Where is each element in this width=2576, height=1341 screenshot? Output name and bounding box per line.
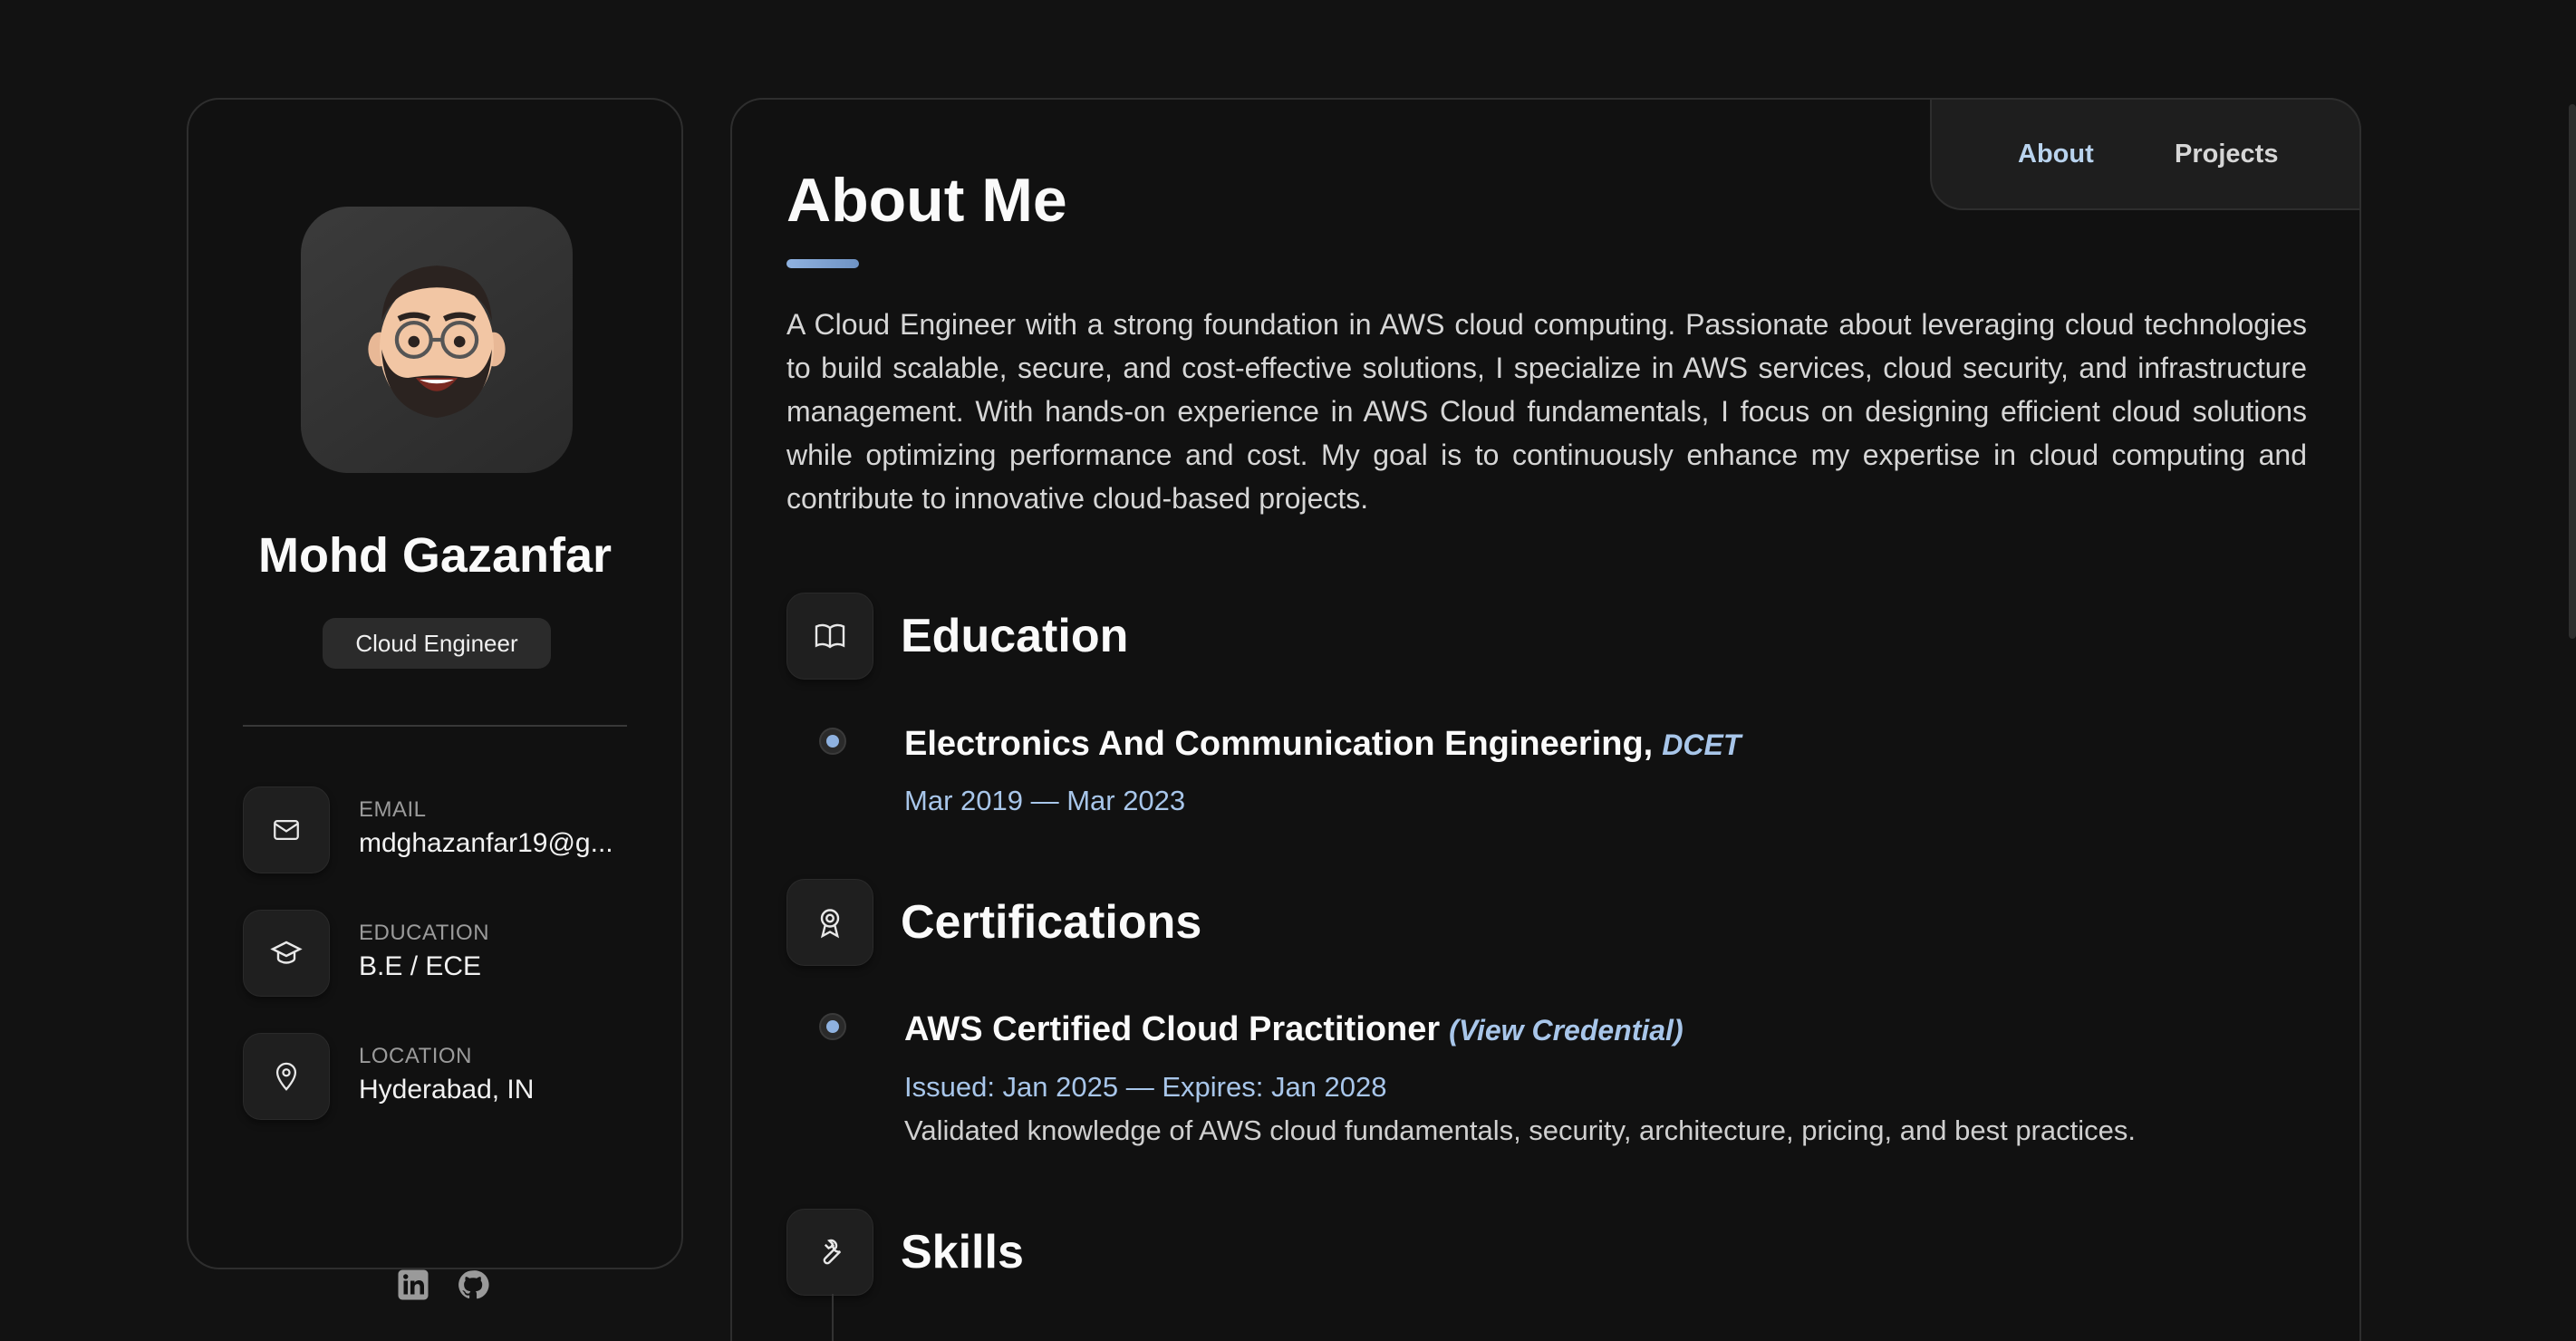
- certification-name: AWS Certified Cloud Practitioner: [904, 1010, 1441, 1048]
- sidebar-divider: [243, 725, 627, 727]
- timeline-dot: [819, 728, 846, 755]
- email-link[interactable]: mdghazanfar19@g...: [359, 828, 613, 859]
- page-title: About Me: [786, 166, 1067, 235]
- contact-label: EMAIL: [359, 797, 427, 822]
- github-icon[interactable]: [457, 1269, 489, 1301]
- main-content: About Projects About Me A Cloud Engineer…: [730, 98, 2361, 1341]
- mail-icon: [243, 786, 330, 873]
- map-pin-icon: [243, 1033, 330, 1120]
- award-icon: [786, 879, 873, 966]
- timeline-line: [832, 1294, 834, 1341]
- contact-education: EDUCATION B.E / ECE: [243, 910, 642, 997]
- memoji-avatar-icon: [368, 265, 506, 419]
- contact-value: B.E / ECE: [359, 951, 482, 981]
- avatar: [301, 207, 573, 473]
- about-paragraph: A Cloud Engineer with a strong foundatio…: [786, 308, 2307, 515]
- role-badge: Cloud Engineer: [323, 618, 551, 669]
- section-title-education: Education: [901, 610, 1129, 662]
- education-item-title: Electronics And Communication Engineerin…: [904, 725, 1741, 764]
- certification-dates: Issued: Jan 2025 — Expires: Jan 2028: [904, 1071, 1387, 1103]
- page-scrollbar[interactable]: [2569, 104, 2576, 639]
- nav-projects[interactable]: Projects: [2175, 140, 2278, 169]
- certification-item-title: AWS Certified Cloud Practitioner (View Cr…: [904, 1010, 1684, 1049]
- profile-sidebar: Mohd Gazanfar Cloud Engineer EMAIL mdgha…: [187, 98, 683, 1300]
- timeline-dot: [819, 1013, 846, 1040]
- education-degree: Electronics And Communication Engineerin…: [904, 725, 1654, 763]
- profile-name: Mohd Gazanfar: [257, 528, 613, 583]
- contact-email: EMAIL mdghazanfar19@g...: [243, 786, 642, 873]
- linkedin-icon[interactable]: [397, 1269, 429, 1301]
- graduation-cap-icon: [243, 910, 330, 997]
- education-institution: DCET: [1662, 728, 1741, 761]
- contact-label: LOCATION: [359, 1044, 472, 1068]
- title-underline: [786, 259, 859, 268]
- contact-label: EDUCATION: [359, 921, 490, 945]
- nav-about[interactable]: About: [2018, 140, 2094, 169]
- education-dates: Mar 2019 — Mar 2023: [904, 785, 1186, 816]
- wrench-icon: [786, 1209, 873, 1296]
- portfolio-page: Mohd Gazanfar Cloud Engineer EMAIL mdgha…: [0, 0, 2576, 1341]
- contact-value: Hyderabad, IN: [359, 1075, 535, 1105]
- view-credential-link[interactable]: (View Credential): [1449, 1014, 1683, 1047]
- certification-description: Validated knowledge of AWS cloud fundame…: [904, 1114, 2136, 1146]
- contact-location: LOCATION Hyderabad, IN: [243, 1033, 642, 1120]
- section-title-certifications: Certifications: [901, 896, 1202, 949]
- book-open-icon: [786, 593, 873, 680]
- section-title-skills: Skills: [901, 1226, 1024, 1278]
- top-navbar: About Projects: [1930, 98, 2361, 210]
